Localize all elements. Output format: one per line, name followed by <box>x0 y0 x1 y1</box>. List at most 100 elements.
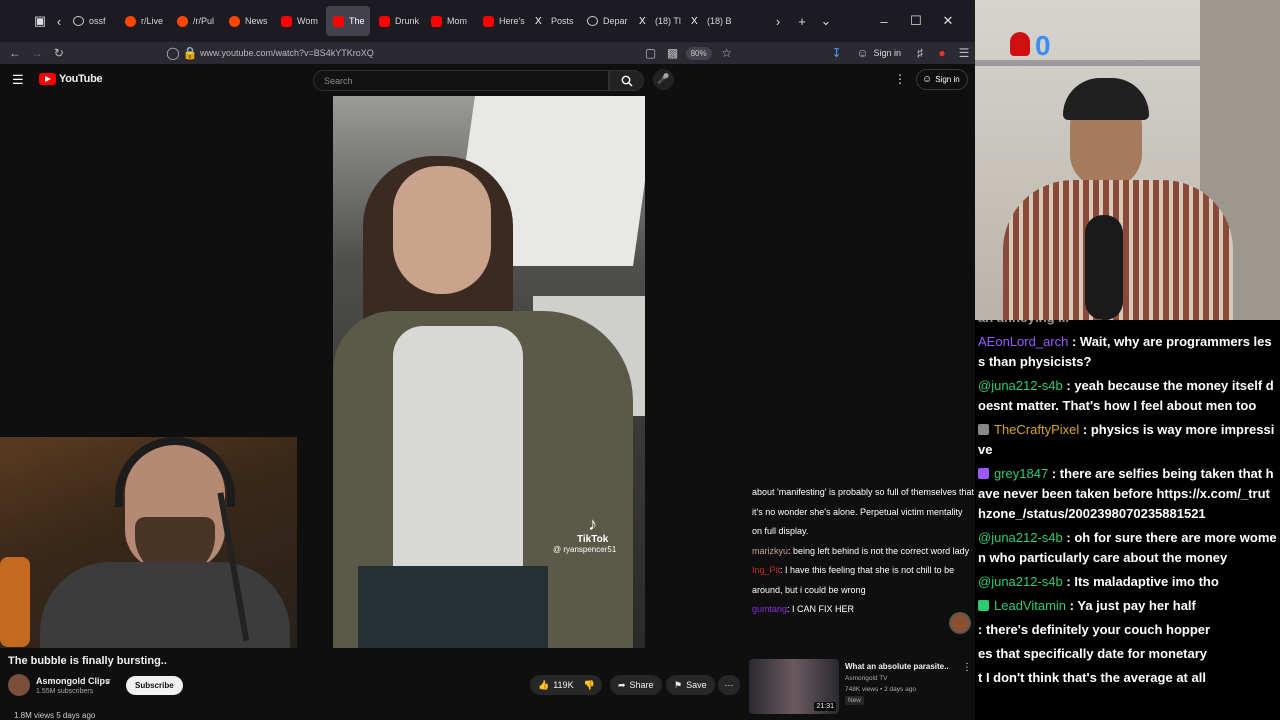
man-cap <box>1063 78 1149 120</box>
reload-icon[interactable]: ↻ <box>48 42 70 64</box>
tab-12[interactable]: X (18) B <box>684 6 734 36</box>
forward-icon[interactable]: → <box>26 42 48 64</box>
chat-message: an annoying ... <box>975 320 1280 328</box>
tab-4[interactable]: Wom <box>274 6 324 36</box>
back-icon[interactable]: ← <box>4 42 26 64</box>
minimize-icon[interactable]: – <box>872 9 896 33</box>
thumbs-down-icon[interactable]: 👎 <box>584 680 595 691</box>
zoom-level[interactable]: 80% <box>685 46 712 60</box>
chat-message: TheCraftyPixel : physics is way more imp… <box>978 422 1275 457</box>
chat-badge-icon <box>978 424 989 435</box>
person-shirt <box>393 326 523 586</box>
chat-badge-icon <box>978 600 989 611</box>
tab-8[interactable]: Here's <box>476 6 526 36</box>
share-icon: ➦ <box>618 679 626 690</box>
recommended-more-icon[interactable]: ⋮ <box>962 662 972 673</box>
recommended-title[interactable]: What an absolute parasite.. <box>845 662 960 671</box>
overlay-chat: about 'manifesting' is probably so full … <box>752 483 975 620</box>
share-label: Share <box>629 680 654 690</box>
recommended-thumbnail[interactable]: 21:31 <box>749 659 839 714</box>
overlay-chat-avatar <box>949 612 971 634</box>
youtube-icon <box>379 15 390 27</box>
youtube-logo[interactable]: YouTube <box>39 73 103 85</box>
tracking-shield-icon[interactable]: ◯ <box>162 42 184 64</box>
chat-message: t I don't think that's the average at al… <box>975 668 1280 688</box>
account-icon[interactable]: ☺ <box>852 42 874 64</box>
streamer-webcam-right: 0 <box>975 0 1280 320</box>
tab-3[interactable]: News <box>222 6 272 36</box>
recommended-channel[interactable]: Asmongold TV <box>845 675 888 682</box>
chat-text: : there's definitely your couch hopper <box>978 622 1211 637</box>
lock-icon[interactable]: 🔒 <box>182 42 197 64</box>
tab-9[interactable]: X Posts <box>528 6 578 36</box>
channel-name[interactable]: Asmongold Clips <box>36 676 110 686</box>
youtube-icon <box>281 15 292 27</box>
search-button[interactable] <box>609 70 644 91</box>
tab-overview-icon[interactable]: ▣ <box>28 9 52 33</box>
webcam-shelf-light <box>0 557 30 647</box>
chat-username: @juna212-s4b <box>978 574 1063 589</box>
hamburger-menu-icon[interactable]: ☰ <box>12 72 24 88</box>
tab-11[interactable]: X (18) Tl <box>632 6 682 36</box>
browser-tab-bar: ▣ ‹ ossf r/Live/r/Pul News Wom The× Drunk Mom H… <box>0 0 975 42</box>
close-window-icon[interactable]: ✕ <box>936 9 960 33</box>
bookmark-star-icon[interactable]: ☆ <box>716 42 738 64</box>
voice-search-icon[interactable]: 🎤 <box>653 69 674 90</box>
tab-scroll-left-icon[interactable]: ‹ <box>52 9 66 33</box>
video-title: The bubble is finally bursting.. <box>8 655 167 667</box>
extension-badge-icon[interactable]: ● <box>931 42 953 64</box>
youtube-signin-button[interactable]: ☺ Sign in <box>916 69 968 90</box>
tab-1[interactable]: r/Live <box>118 6 168 36</box>
youtube-signin-label: Sign in <box>935 75 960 84</box>
tiktok-username: @ ryanspencer51 <box>553 545 617 554</box>
screenshot-icon[interactable]: ▩ <box>662 42 684 64</box>
tab-5[interactable]: The× <box>326 6 370 36</box>
channel-avatar[interactable] <box>8 674 30 696</box>
youtube-play-icon <box>39 73 56 85</box>
overlay-chat-text: I CAN FIX HER <box>792 604 855 614</box>
chat-message: @juna212-s4b : yeah because the money it… <box>978 378 1274 413</box>
subscribe-button[interactable]: Subscribe <box>126 676 183 695</box>
chat-username: AEonLord_arch <box>978 334 1069 349</box>
tab-6[interactable]: Drunk <box>372 6 422 36</box>
url-bar[interactable]: www.youtube.com/watch?v=BS4kYTKroXQ <box>200 48 640 58</box>
overlay-chat-username: Ing_Pit <box>752 565 781 575</box>
verified-icon: ✔ <box>105 677 112 686</box>
chat-message: @juna212-s4b : oh for sure there are mor… <box>978 530 1277 565</box>
x-icon: X <box>639 15 646 27</box>
extensions-icon[interactable]: ♯ <box>909 42 931 64</box>
more-options-icon[interactable]: ⋮ <box>894 72 906 86</box>
tab-list-icon[interactable]: ⌄ <box>814 9 838 33</box>
chat-message: grey1847 : there are selfies being taken… <box>978 466 1274 521</box>
recommended-duration: 21:31 <box>814 702 836 711</box>
chat-text: es that specifically date for monetary <box>978 646 1208 661</box>
like-count[interactable]: 119K <box>553 680 573 690</box>
tab-label: Wom <box>297 16 318 26</box>
tab-7[interactable]: Mom <box>424 6 474 36</box>
video-player[interactable]: ♪ TikTok @ ryanspencer51 <box>333 96 645 648</box>
tab-label: /r/Pul <box>193 16 215 26</box>
more-actions-button[interactable]: ⋯ <box>718 675 740 695</box>
overlay-chat-message: marizkyu: being left behind is not the c… <box>752 545 970 556</box>
tab-2[interactable]: /r/Pul <box>170 6 220 36</box>
chat-username: grey1847 <box>994 466 1049 481</box>
maximize-icon[interactable]: ☐ <box>904 9 928 33</box>
chat-username: LeadVitamin <box>994 598 1067 613</box>
tab-scroll-right-icon[interactable]: › <box>766 9 790 33</box>
menu-icon[interactable]: ☰ <box>953 42 975 64</box>
like-dislike-group: 👍 119K 👎 <box>530 675 602 695</box>
picture-in-picture-icon[interactable]: ▢ <box>640 42 662 64</box>
search-input[interactable]: Search <box>313 70 609 91</box>
chat-message: LeadVitamin : Ya just pay her half <box>975 596 1280 616</box>
overlay-chat-text: being left behind is not the correct wor… <box>793 545 970 556</box>
downloads-icon[interactable]: ↧ <box>826 42 848 64</box>
browser-signin-label[interactable]: Sign in <box>874 48 902 58</box>
save-button[interactable]: ⚑ Save <box>666 675 715 695</box>
recommended-new-badge: New <box>845 696 865 705</box>
x-icon: X <box>535 15 542 27</box>
new-tab-icon[interactable]: + <box>790 9 814 33</box>
tab-10[interactable]: Depar <box>580 6 630 36</box>
tab-0[interactable]: ossf <box>66 6 116 36</box>
share-button[interactable]: ➦ Share <box>610 675 662 695</box>
thumbs-up-icon[interactable]: 👍 <box>538 680 549 691</box>
